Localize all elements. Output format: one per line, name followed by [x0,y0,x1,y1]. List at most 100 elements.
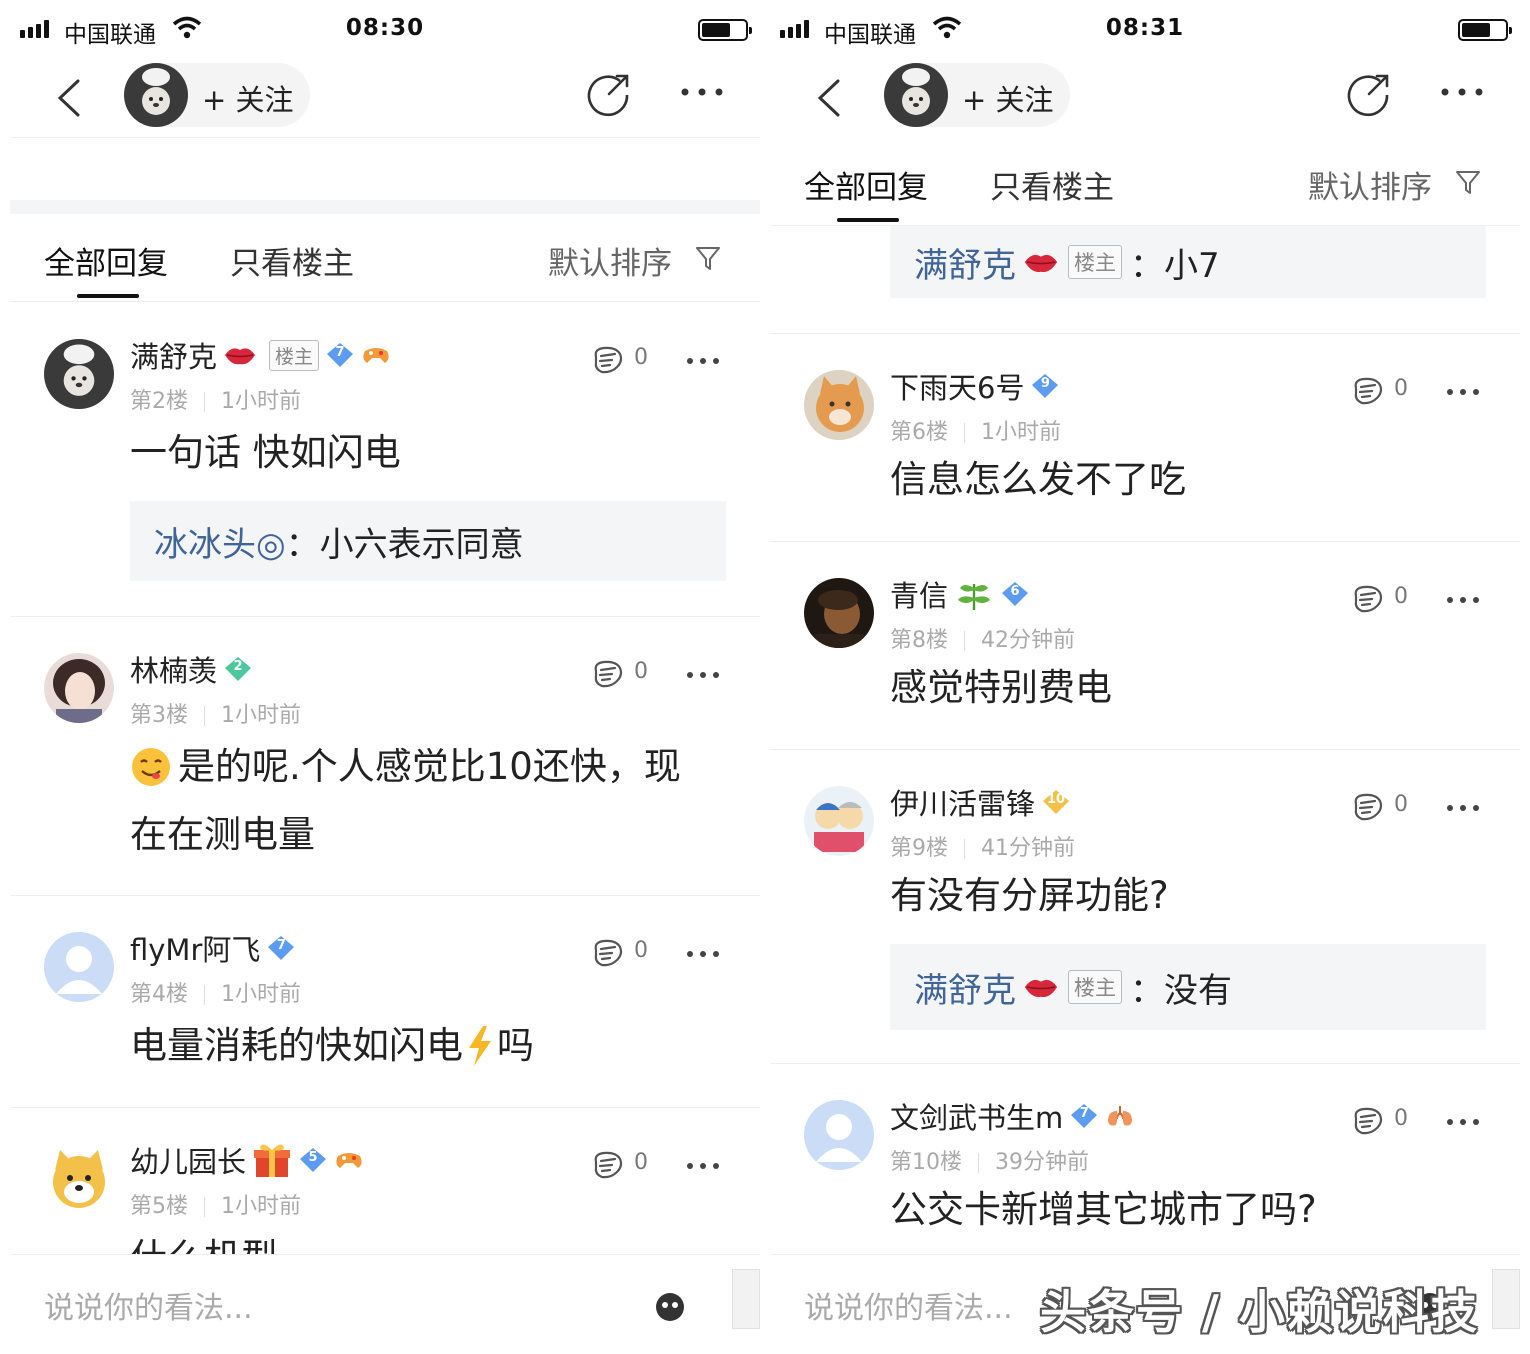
author-avatar[interactable] [124,63,188,127]
comment-input[interactable]: 说说你的看法... [44,1283,253,1327]
like-button[interactable]: 0 [1350,788,1414,828]
like-button[interactable]: 0 [1350,580,1414,620]
clock: 08:31 [1105,15,1185,41]
comment-item: 下雨天6号 9 第6楼 1小时前 0 信息怎么发不了吃 [770,334,1520,542]
quote-text: 小7 [1164,245,1220,286]
sort-dropdown[interactable]: 默认排序 [1308,162,1432,207]
username[interactable]: 伊川活雷锋 [890,781,1035,823]
filter-icon[interactable] [1454,168,1482,196]
lips-icon [225,348,256,365]
quote-text: 没有 [1164,970,1232,1011]
more-icon[interactable] [686,667,720,683]
like-button[interactable]: 0 [590,655,654,695]
username[interactable]: flyMr阿飞 [130,927,260,969]
filter-icon[interactable] [694,244,722,272]
comment-text: 公交卡新增其它城市了吗? [890,1188,1317,1231]
quote-username[interactable]: 满舒克 [914,238,1016,287]
like-button[interactable]: 0 [590,1146,654,1186]
gamepad-icon [363,348,389,363]
more-icon[interactable] [680,82,724,102]
username[interactable]: 文剑武书生m [890,1095,1063,1137]
reply-quote[interactable]: 满舒克 楼主 ： 没有 [890,944,1486,1030]
more-icon[interactable] [1440,82,1484,102]
quote-separator: ： [1130,245,1164,286]
tab-host-only[interactable]: 只看楼主 [230,238,354,283]
like-icon [594,1151,623,1179]
share-icon[interactable] [586,72,632,118]
host-badge: 楼主 [1068,970,1122,1004]
like-icon [594,939,623,967]
floor-label: 第3楼 [130,703,188,728]
back-icon[interactable] [810,78,850,118]
like-button[interactable]: 0 [1350,1102,1414,1142]
comment-input-bar: 说说你的看法... [10,1254,760,1354]
username[interactable]: 下雨天6号 [890,365,1024,407]
more-icon[interactable] [1446,592,1480,608]
gift-icon [254,1144,291,1177]
like-count: 0 [634,345,648,370]
author-avatar[interactable] [884,63,948,127]
nav-bar: + 关注 [10,60,760,138]
avatar[interactable] [44,1144,114,1214]
more-icon[interactable] [1446,384,1480,400]
screenshot-thumbnail[interactable] [1492,1269,1520,1329]
section-divider [10,200,760,214]
like-icon [594,346,623,374]
username[interactable]: 满舒克 [130,334,217,376]
level-diamond-icon: 2 [223,655,253,683]
like-count: 0 [1394,584,1408,609]
follow-button[interactable]: + 关注 [124,63,310,127]
like-count: 0 [634,938,648,963]
clock: 08:30 [345,15,425,41]
left-screen: 中国联通 08:30 + 关注 全部回复 只看楼主 默认排序 满舒克 楼主 7 … [10,0,760,1354]
battery-icon [698,19,752,41]
avatar[interactable] [804,578,874,648]
more-icon[interactable] [686,1158,720,1174]
quote-text: 小六表示同意 [319,524,524,565]
more-icon[interactable] [1446,1114,1480,1130]
avatar[interactable] [804,370,874,440]
avatar[interactable] [44,653,114,723]
comment-meta: 第6楼 1小时前 [890,414,1061,446]
status-bar: 中国联通 08:30 [10,0,760,60]
like-button[interactable]: 0 [590,934,654,974]
comment-input[interactable]: 说说你的看法... [804,1283,1013,1327]
username[interactable]: 林楠羡 [130,648,217,690]
nav-bar: + 关注 [770,60,1520,138]
reply-quote[interactable]: 满舒克 楼主 ： 小7 [890,226,1486,298]
comment-meta: 第2楼 1小时前 [130,383,301,415]
avatar[interactable] [804,1100,874,1170]
username[interactable]: 幼儿园长 [130,1139,246,1181]
status-bar: 中国联通 08:31 [770,0,1520,60]
quote-username[interactable]: 满舒克 [914,963,1016,1012]
my-avatar[interactable] [650,1285,690,1325]
sort-dropdown[interactable]: 默认排序 [548,238,672,283]
more-icon[interactable] [1446,800,1480,816]
tab-host-only[interactable]: 只看楼主 [990,162,1114,207]
comment-text-part: 电量消耗的快如闪电 [130,1024,463,1067]
back-icon[interactable] [50,78,90,118]
avatar[interactable] [44,339,114,409]
timestamp: 1小时前 [221,389,301,414]
like-count: 0 [1394,1106,1408,1131]
share-icon[interactable] [1346,72,1392,118]
username[interactable]: 青信 [890,573,948,615]
like-button[interactable]: 0 [590,341,654,381]
quote-username[interactable]: 冰冰头◎ [154,517,286,566]
tab-all-replies[interactable]: 全部回复 [804,162,928,207]
reply-quote[interactable]: 冰冰头◎ ： 小六表示同意 [130,501,726,581]
more-icon[interactable] [686,946,720,962]
like-icon [1354,793,1383,821]
comment-meta: 第4楼 1小时前 [130,976,301,1008]
comment-text-line: 是的呢.个人感觉比10还快，现 [178,745,681,788]
host-badge: 楼主 [1068,245,1122,279]
like-button[interactable]: 0 [1350,372,1414,412]
avatar[interactable] [44,932,114,1002]
avatar[interactable] [804,786,874,856]
right-screen: 中国联通 08:31 + 关注 全部回复 只看楼主 默认排序 满舒克 楼主 ： … [770,0,1520,1354]
level-diamond-icon: 7 [1069,1102,1099,1130]
more-icon[interactable] [686,353,720,369]
screenshot-thumbnail[interactable] [732,1269,760,1329]
follow-button[interactable]: + 关注 [884,63,1070,127]
tab-all-replies[interactable]: 全部回复 [44,238,168,283]
